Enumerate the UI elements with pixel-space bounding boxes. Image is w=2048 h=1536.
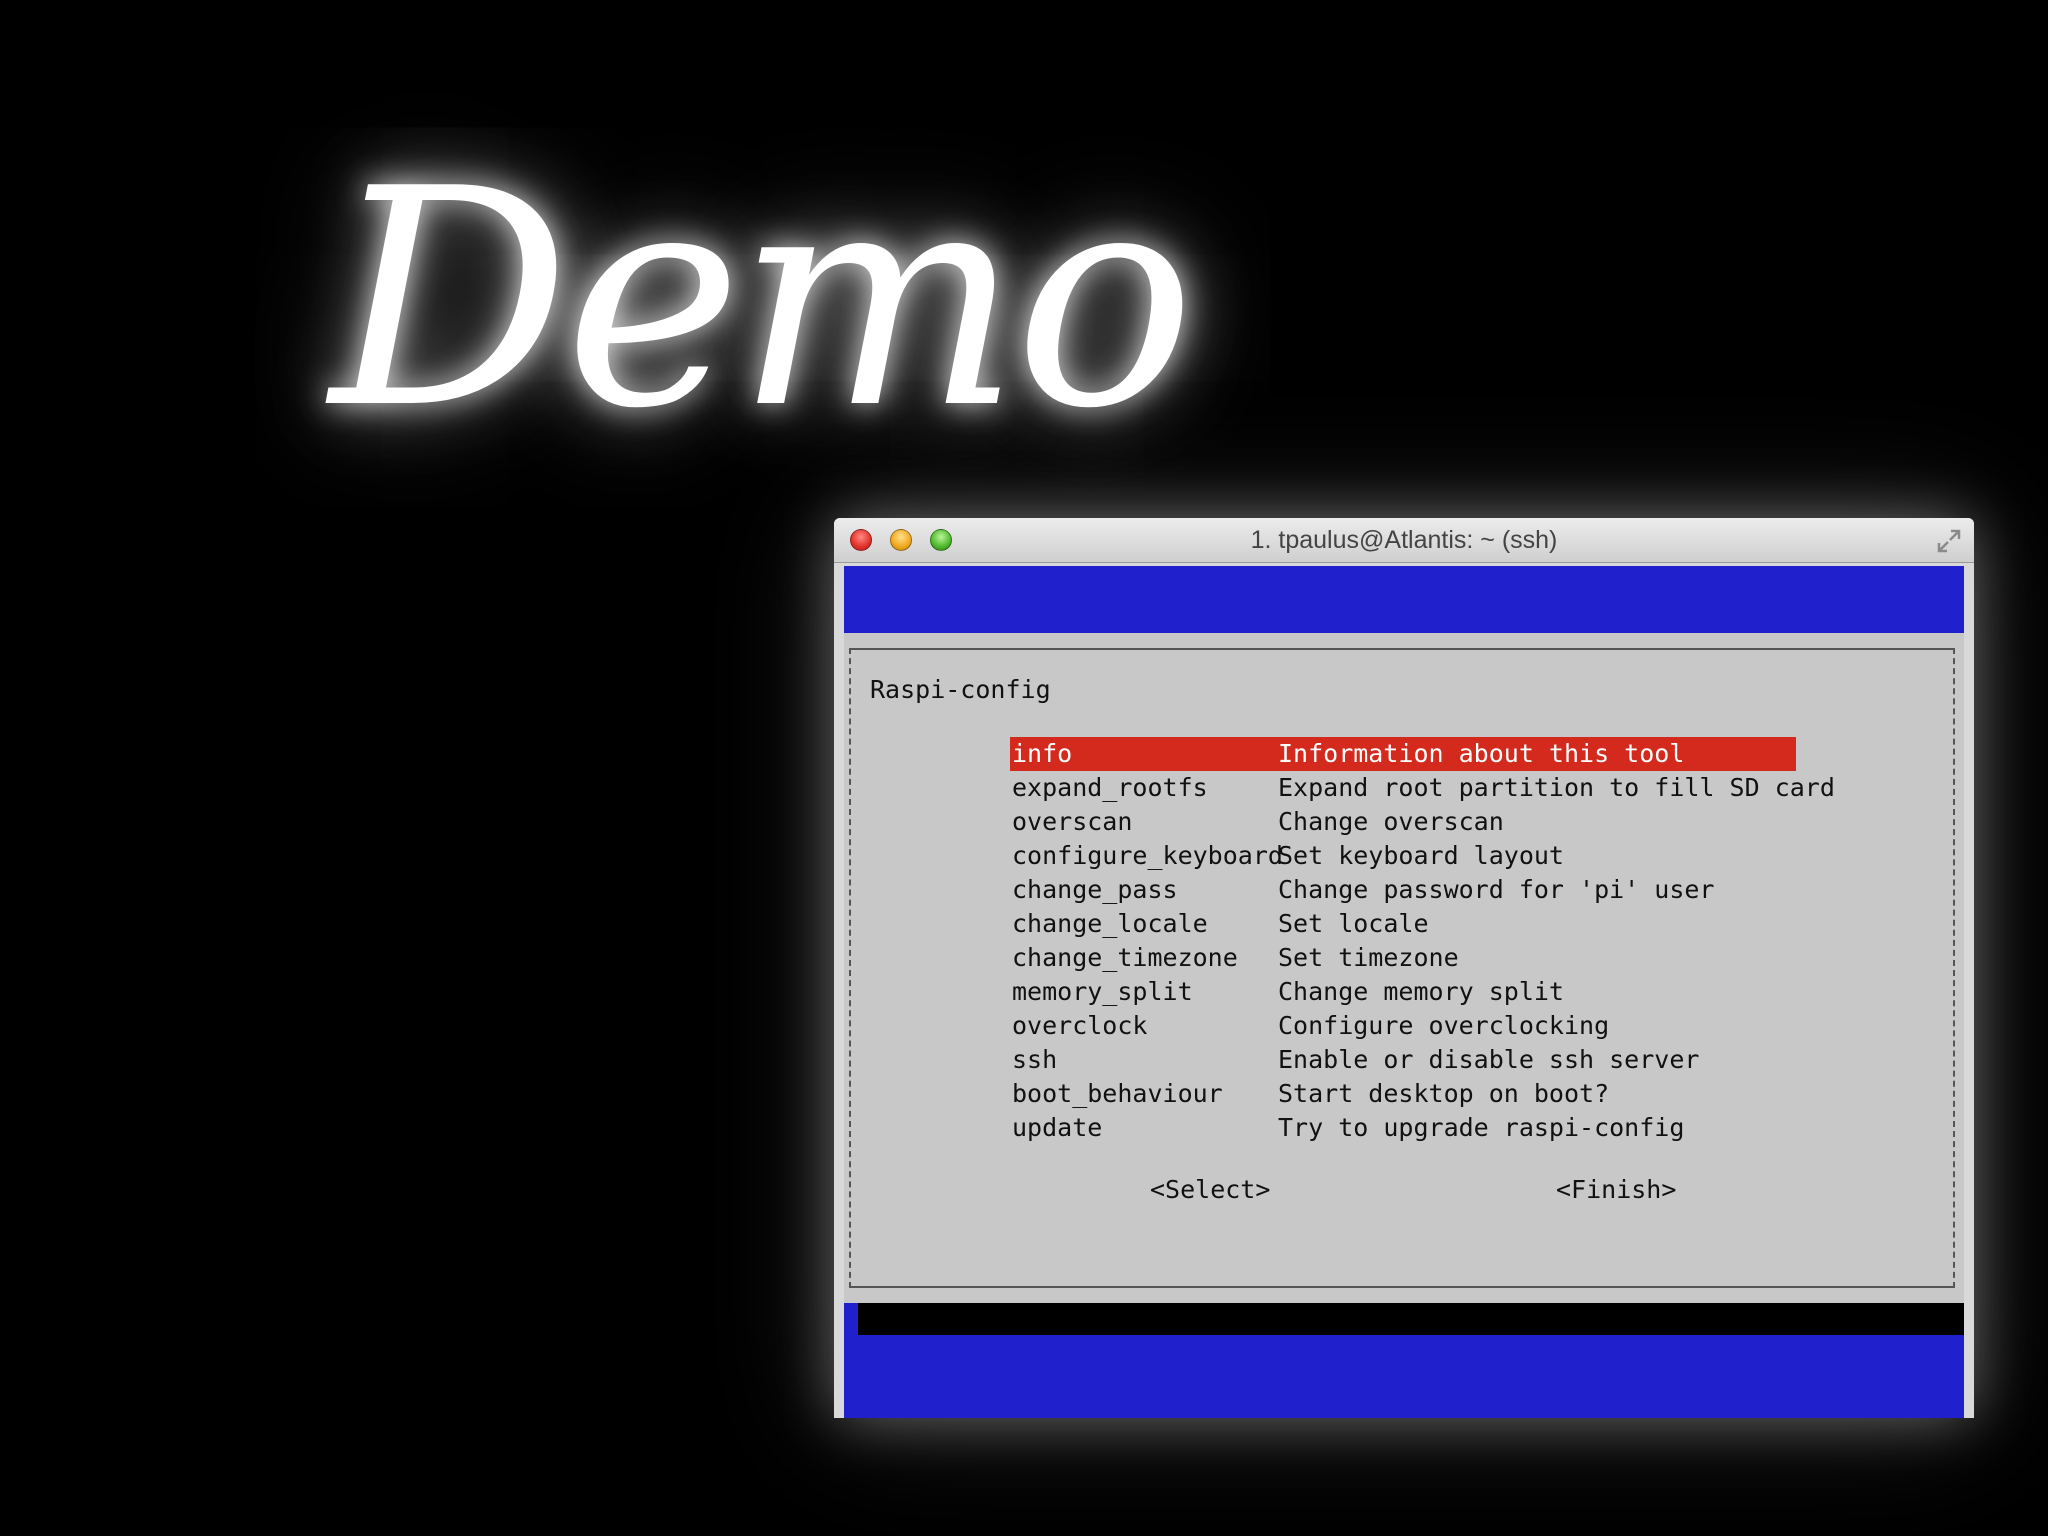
menu-item-description: Information about this tool	[1278, 739, 1685, 768]
menu-item-ssh[interactable]: ssh Enable or disable ssh server	[1010, 1043, 1796, 1077]
menu-item-info[interactable]: info Information about this tool	[1010, 737, 1796, 771]
terminal-window: 1. tpaulus@Atlantis: ~ (ssh) Raspi-confi…	[834, 518, 1974, 1418]
close-button-icon[interactable]	[850, 529, 872, 551]
menu-item-description: Configure overclocking	[1278, 1011, 1610, 1040]
menu-item-key: change_locale	[1012, 909, 1208, 938]
select-button[interactable]: <Select>	[1150, 1173, 1270, 1207]
raspi-config-dialog: Raspi-config info Information about this …	[844, 633, 1964, 1303]
terminal-screen[interactable]: Raspi-config info Information about this …	[844, 566, 1964, 1418]
menu-item-change-pass[interactable]: change_pass Change password for 'pi' user	[1010, 873, 1796, 907]
window-titlebar[interactable]: 1. tpaulus@Atlantis: ~ (ssh)	[834, 518, 1974, 563]
menu-item-key: expand_rootfs	[1012, 773, 1208, 802]
menu-item-key: change_pass	[1012, 875, 1178, 904]
minimize-button-icon[interactable]	[890, 529, 912, 551]
menu-item-key: ssh	[1012, 1045, 1058, 1074]
menu-item-overscan[interactable]: overscan Change overscan	[1010, 805, 1796, 839]
slide-title: Demo	[330, 125, 1195, 474]
menu-item-overclock[interactable]: overclock Configure overclocking	[1010, 1009, 1796, 1043]
menu-item-boot-behaviour[interactable]: boot_behaviour Start desktop on boot?	[1010, 1077, 1796, 1111]
menu-item-key: update	[1012, 1113, 1103, 1142]
menu-item-description: Change overscan	[1278, 807, 1504, 836]
menu-item-description: Set keyboard layout	[1278, 841, 1564, 870]
menu-item-configure-keyboard[interactable]: configure_keyboard Set keyboard layout	[1010, 839, 1796, 873]
menu-item-change-timezone[interactable]: change_timezone Set timezone	[1010, 941, 1796, 975]
menu-item-description: Start desktop on boot?	[1278, 1079, 1610, 1108]
menu-item-key: overscan	[1012, 807, 1133, 836]
menu-item-key: info	[1012, 739, 1073, 768]
menu-item-description: Set locale	[1278, 909, 1429, 938]
dialog-title: Raspi-config	[870, 675, 1051, 704]
menu-item-description: Try to upgrade raspi-config	[1278, 1113, 1685, 1142]
menu-item-description: Enable or disable ssh server	[1278, 1045, 1700, 1074]
menu-item-change-locale[interactable]: change_locale Set locale	[1010, 907, 1796, 941]
menu-item-key: change_timezone	[1012, 943, 1238, 972]
menu-list: info Information about this tool expand_ro…	[1010, 737, 1835, 1145]
menu-item-description: Change memory split	[1278, 977, 1564, 1006]
menu-item-key: memory_split	[1012, 977, 1193, 1006]
dialog-shadow	[858, 1303, 1964, 1335]
menu-item-key: overclock	[1012, 1011, 1148, 1040]
zoom-button-icon[interactable]	[930, 529, 952, 551]
menu-item-description: Change password for 'pi' user	[1278, 875, 1715, 904]
menu-item-update[interactable]: update Try to upgrade raspi-config	[1010, 1111, 1796, 1145]
menu-item-description: Expand root partition to fill SD card	[1278, 773, 1835, 802]
menu-item-key: configure_keyboard	[1012, 841, 1283, 870]
menu-item-description: Set timezone	[1278, 943, 1459, 972]
finish-button[interactable]: <Finish>	[1556, 1173, 1676, 1207]
window-title: 1. tpaulus@Atlantis: ~ (ssh)	[1250, 526, 1558, 554]
menu-item-key: boot_behaviour	[1012, 1079, 1223, 1108]
menu-item-expand-rootfs[interactable]: expand_rootfs Expand root partition to fi…	[1010, 771, 1835, 805]
fullscreen-arrows-icon[interactable]	[1936, 528, 1962, 554]
menu-item-memory-split[interactable]: memory_split Change memory split	[1010, 975, 1796, 1009]
